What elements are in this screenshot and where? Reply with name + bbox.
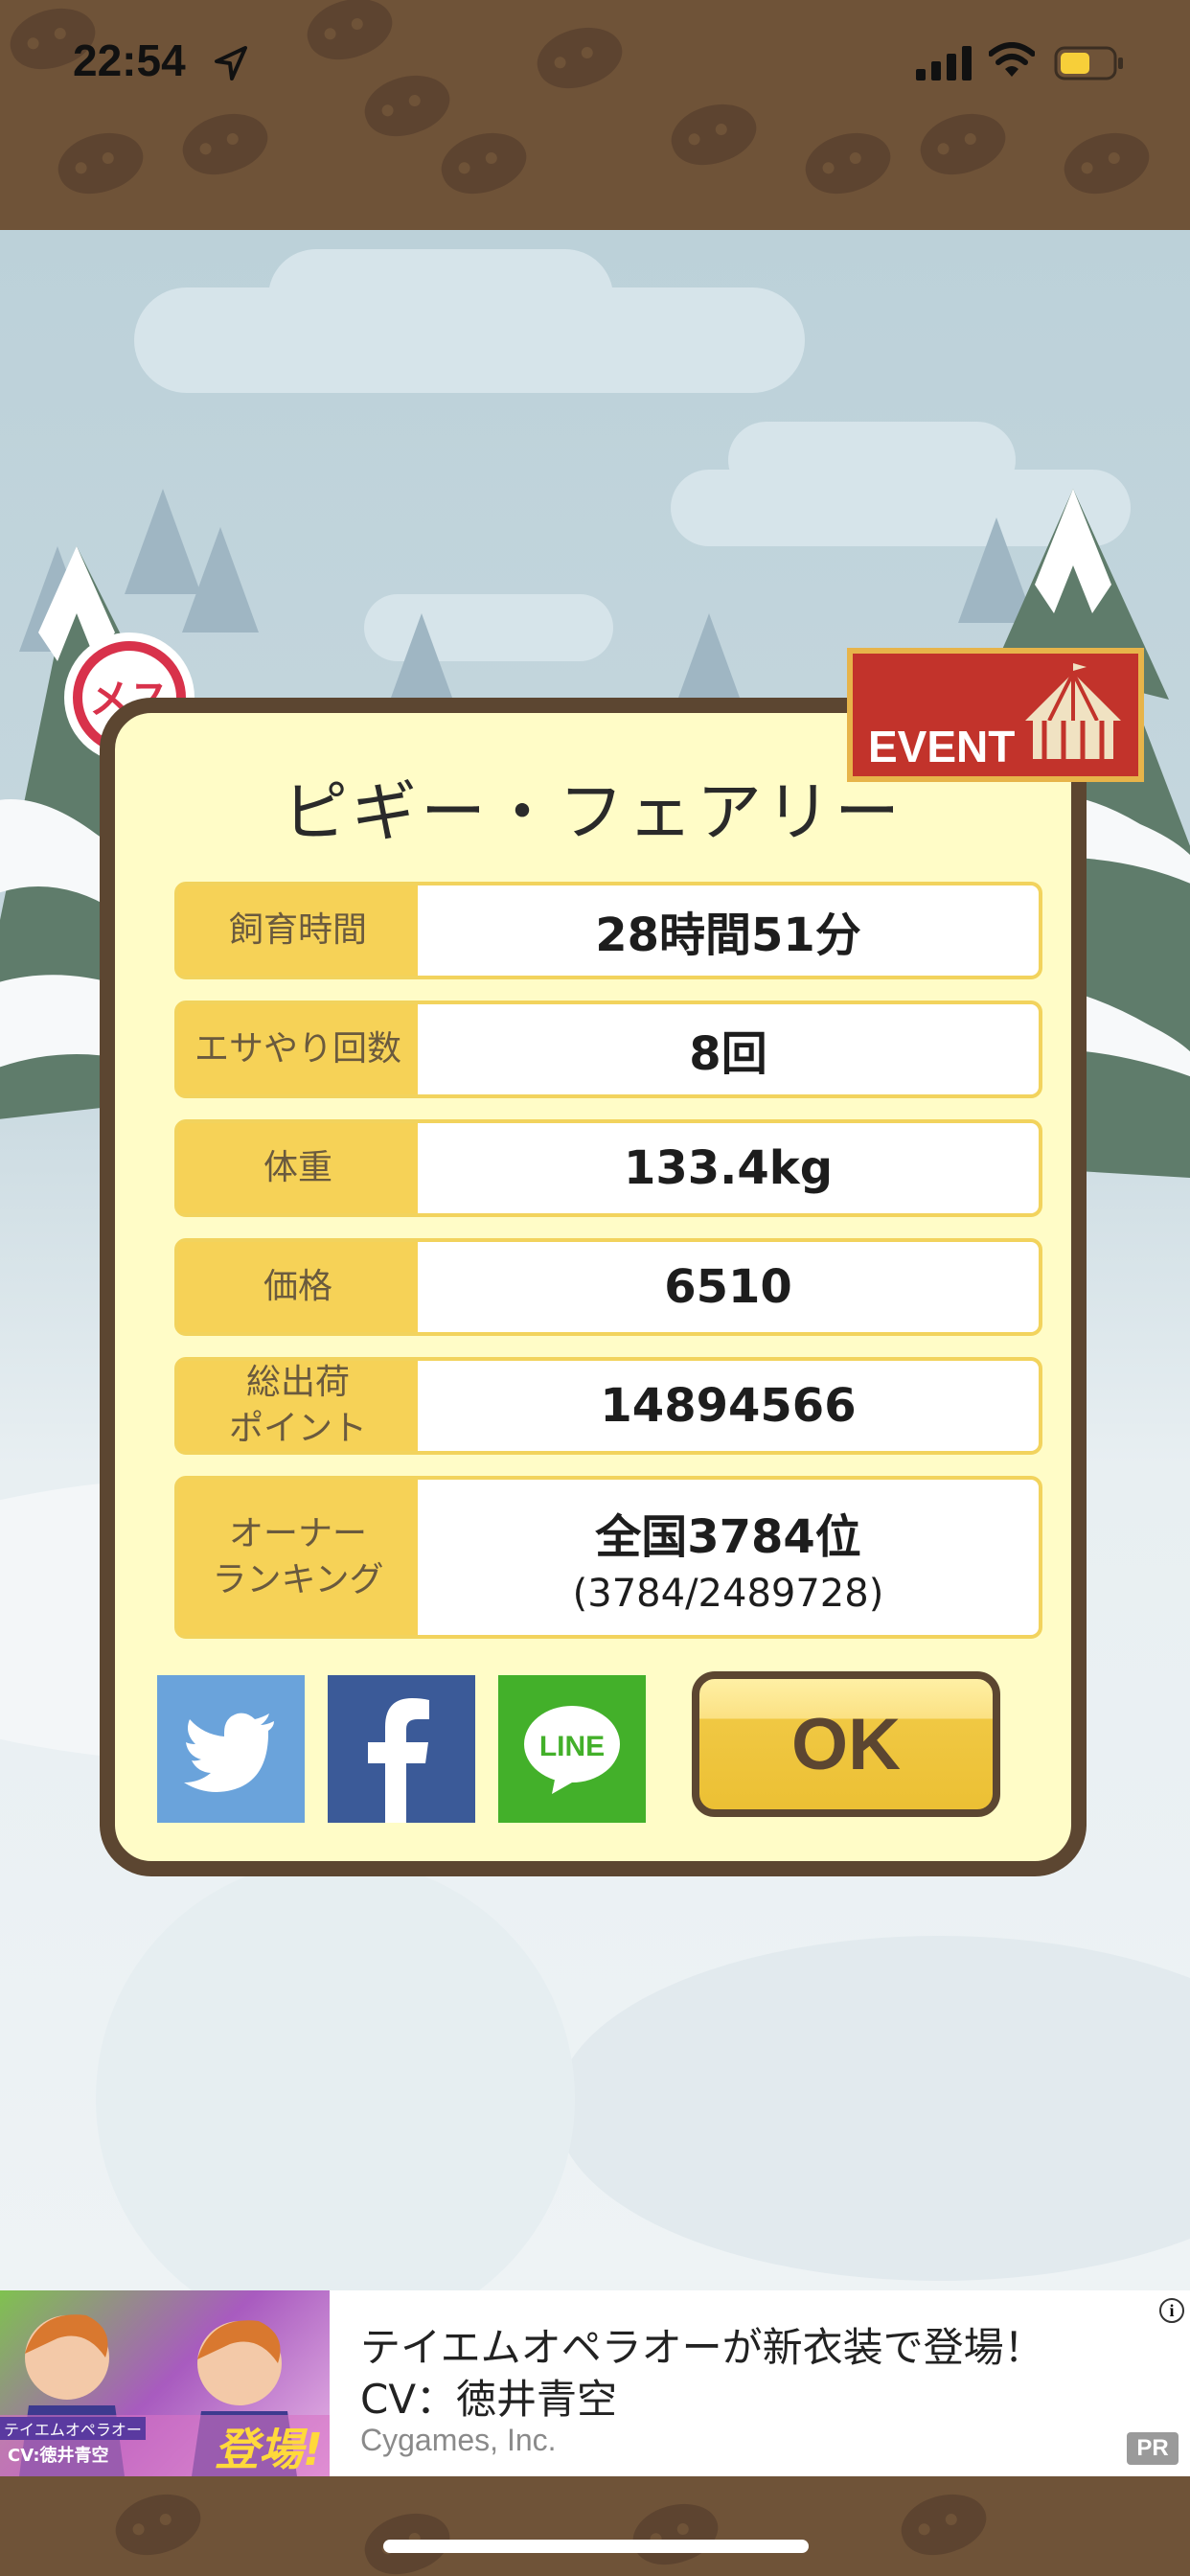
ok-button[interactable]: OK bbox=[692, 1671, 1000, 1817]
svg-text:LINE: LINE bbox=[539, 1731, 605, 1762]
stat-label: 価格 bbox=[178, 1242, 418, 1332]
ranking-value: 全国3784位 bbox=[595, 1510, 861, 1564]
pattern-bean bbox=[174, 102, 276, 186]
pattern-bean bbox=[107, 2482, 209, 2566]
pattern-bean bbox=[50, 121, 151, 205]
ad-advertiser: Cygames, Inc. bbox=[360, 2423, 557, 2457]
stat-row-owner-ranking: オーナー ランキング 全国3784位 (3784/2489728) bbox=[174, 1476, 1042, 1639]
ad-image-caption: CV:徳井青空 bbox=[8, 2446, 109, 2466]
stat-value: 全国3784位 (3784/2489728) bbox=[418, 1480, 1039, 1635]
stat-row-weight: 体重 133.4kg bbox=[174, 1119, 1042, 1217]
ad-pr-badge: PR bbox=[1127, 2432, 1179, 2465]
event-label: EVENT bbox=[868, 722, 1016, 771]
stat-label: オーナー ランキング bbox=[178, 1480, 418, 1635]
pattern-bean bbox=[356, 63, 458, 148]
ad-subtitle: CV：徳井青空 bbox=[360, 2376, 618, 2423]
stat-label-line: オーナー bbox=[228, 1514, 367, 1553]
stat-value: 14894566 bbox=[600, 1379, 857, 1433]
ad-banner[interactable]: テイエムオペラオー CV:徳井青空 登場! テイエムオペラオーが新衣装で登場！ … bbox=[0, 2290, 1190, 2476]
stat-label-line: ポイント bbox=[228, 1409, 367, 1448]
result-dialog: ピギー・フェアリー 飼育時間 28時間51分 エサやり回数 8回 体重 133.… bbox=[100, 698, 1087, 1876]
stat-label-line: 総出荷 bbox=[245, 1363, 350, 1402]
cloud bbox=[728, 422, 1016, 498]
pattern-bean bbox=[299, 0, 400, 71]
cellular-signal-icon bbox=[916, 46, 972, 80]
pattern-bean bbox=[433, 121, 535, 205]
stat-value: 8回 bbox=[689, 1027, 767, 1081]
ad-info-icon[interactable]: i bbox=[1159, 2298, 1184, 2323]
status-bar: 22:54 bbox=[0, 0, 1190, 230]
cloud bbox=[268, 249, 613, 345]
stat-row-price: 価格 6510 bbox=[174, 1238, 1042, 1336]
snow-shadow bbox=[96, 1859, 575, 2290]
stat-value: 6510 bbox=[664, 1260, 792, 1314]
ad-title[interactable]: テイエムオペラオーが新衣装で登場！ bbox=[360, 2315, 1044, 2374]
wifi-icon bbox=[989, 42, 1035, 77]
ranking-detail: (3784/2489728) bbox=[572, 1572, 884, 1616]
home-indicator[interactable] bbox=[383, 2540, 809, 2553]
pattern-bean bbox=[1056, 121, 1157, 205]
event-badge: EVENT bbox=[847, 648, 1144, 782]
ad-image-headline: 登場! bbox=[215, 2424, 323, 2475]
ad-image-title: テイエムオペラオー bbox=[0, 2417, 146, 2440]
circus-tent-icon bbox=[1025, 663, 1121, 759]
stat-value: 28時間51分 bbox=[595, 908, 861, 962]
pattern-bean bbox=[625, 2492, 726, 2576]
stat-row-breeding-time: 飼育時間 28時間51分 bbox=[174, 882, 1042, 979]
twitter-share-button[interactable] bbox=[157, 1675, 305, 1823]
stat-row-feeding-count: エサやり回数 8回 bbox=[174, 1000, 1042, 1098]
location-arrow-icon bbox=[215, 46, 247, 80]
battery-icon bbox=[1054, 46, 1123, 80]
snow-shadow bbox=[556, 1936, 1190, 2281]
bottom-pattern-bar bbox=[0, 2476, 1190, 2576]
stat-label: エサやり回数 bbox=[178, 1004, 418, 1094]
stat-label: 体重 bbox=[178, 1123, 418, 1213]
pattern-bean bbox=[797, 121, 899, 205]
pattern-bean bbox=[529, 15, 630, 100]
stat-row-shipping-points: 総出荷 ポイント 14894566 bbox=[174, 1357, 1042, 1455]
stat-label-line: ランキング bbox=[212, 1560, 384, 1599]
pattern-bean bbox=[912, 102, 1014, 186]
pattern-bean bbox=[893, 2482, 995, 2566]
line-share-button[interactable]: LINE bbox=[498, 1675, 646, 1823]
stat-value: 133.4kg bbox=[623, 1141, 834, 1195]
facebook-share-button[interactable] bbox=[328, 1675, 475, 1823]
status-time: 22:54 bbox=[73, 35, 186, 85]
stat-label: 総出荷 ポイント bbox=[178, 1361, 418, 1451]
stat-label: 飼育時間 bbox=[178, 886, 418, 976]
pattern-bean bbox=[663, 92, 765, 176]
ad-image[interactable]: テイエムオペラオー CV:徳井青空 登場! bbox=[0, 2290, 330, 2476]
